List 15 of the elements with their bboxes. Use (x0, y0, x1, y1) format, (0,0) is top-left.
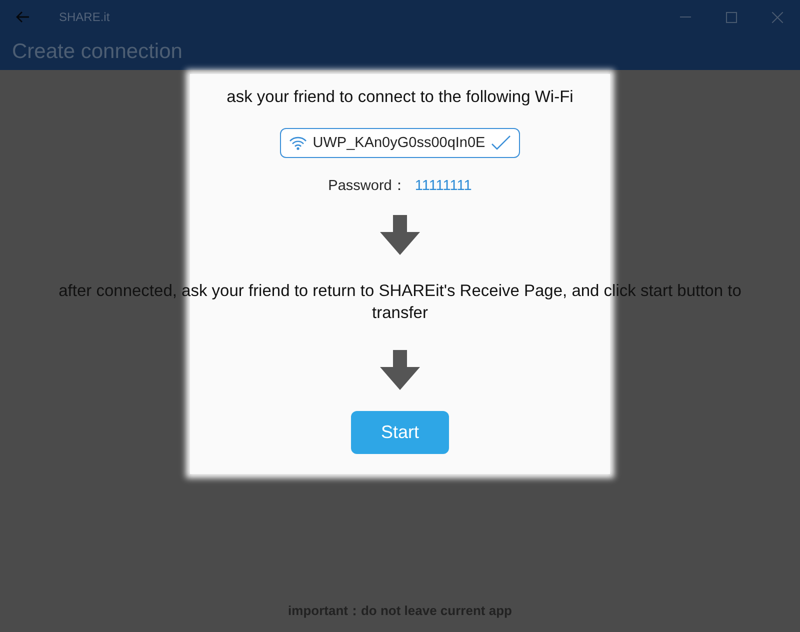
wifi-icon (288, 136, 307, 150)
network-field: UWP_KAn0yG0ss00qIn0E (280, 128, 520, 158)
instruction-text: ask your friend to connect to the following Wi-Fi (226, 87, 574, 108)
password-value: 11111111 (414, 177, 472, 196)
checkmark-icon (491, 135, 512, 151)
down-arrow-icon (380, 215, 420, 255)
back-icon[interactable] (16, 11, 30, 23)
page-title: Create connection (12, 40, 182, 64)
close-icon (772, 12, 782, 22)
down-arrow-icon (380, 350, 420, 390)
start-button[interactable]: Start (351, 411, 449, 454)
password-label: Password： (328, 177, 407, 196)
maximize-icon (726, 12, 736, 22)
app-title: SHARE.it (59, 10, 110, 24)
minimize-icon (680, 16, 690, 18)
